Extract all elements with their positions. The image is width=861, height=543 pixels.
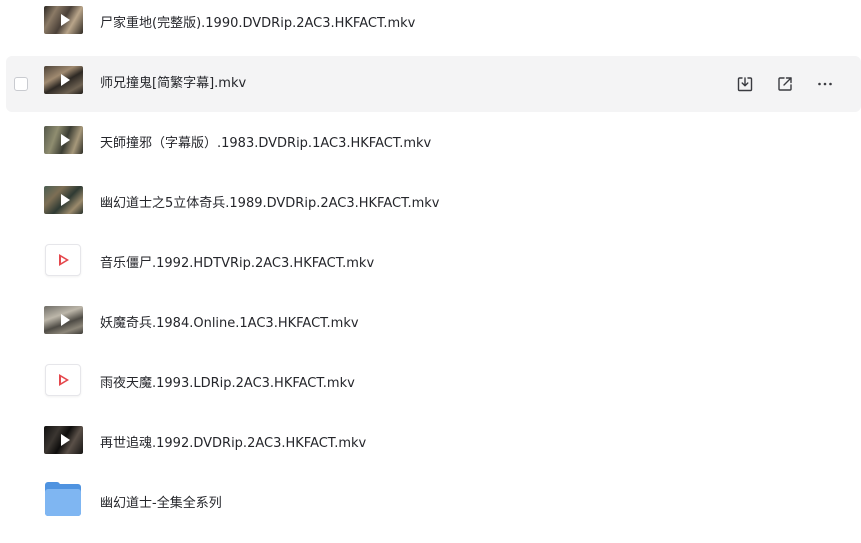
video-thumbnail xyxy=(44,66,83,94)
file-row[interactable]: 尸家重地(完整版).1990.DVDRip.2AC3.HKFACT.mkv xyxy=(6,0,861,52)
video-thumbnail xyxy=(44,306,83,334)
file-row[interactable]: 再世追魂.1992.DVDRip.2AC3.HKFACT.mkv xyxy=(6,416,861,472)
download-icon xyxy=(737,77,753,92)
folder-row[interactable]: 幽幻道士-全集全系列 xyxy=(6,476,861,532)
video-thumbnail xyxy=(44,426,83,454)
file-name[interactable]: 妖魔奇兵.1984.Online.1AC3.HKFACT.mkv xyxy=(100,314,359,334)
file-name[interactable]: 天師撞邪（字幕版）.1983.DVDRip.1AC3.HKFACT.mkv xyxy=(100,134,431,154)
more-icon xyxy=(818,82,832,86)
play-icon xyxy=(60,434,70,446)
more-button[interactable] xyxy=(811,70,839,98)
share-icon xyxy=(778,77,792,91)
row-actions xyxy=(719,70,839,98)
folder-front xyxy=(45,489,81,516)
folder-icon xyxy=(45,482,81,516)
file-row[interactable]: 天師撞邪（字幕版）.1983.DVDRip.1AC3.HKFACT.mkv xyxy=(6,116,861,172)
play-icon xyxy=(59,374,69,386)
file-name[interactable]: 师兄撞鬼[简繁字幕].mkv xyxy=(100,74,246,94)
file-row[interactable]: 师兄撞鬼[简繁字幕].mkv xyxy=(6,56,861,112)
file-row[interactable]: 幽幻道士之5立体奇兵.1989.DVDRip.2AC3.HKFACT.mkv xyxy=(6,176,861,232)
file-row[interactable]: 雨夜天魔.1993.LDRip.2AC3.HKFACT.mkv xyxy=(6,356,861,412)
file-name[interactable]: 雨夜天魔.1993.LDRip.2AC3.HKFACT.mkv xyxy=(100,374,355,394)
download-button[interactable] xyxy=(731,70,759,98)
share-button[interactable] xyxy=(771,70,799,98)
play-icon xyxy=(60,134,70,146)
video-thumbnail xyxy=(44,186,83,214)
row-checkbox[interactable] xyxy=(14,77,28,91)
file-name[interactable]: 再世追魂.1992.DVDRip.2AC3.HKFACT.mkv xyxy=(100,434,366,454)
play-icon xyxy=(60,14,70,26)
play-icon xyxy=(60,74,70,86)
play-icon xyxy=(60,314,70,326)
file-name[interactable]: 幽幻道士之5立体奇兵.1989.DVDRip.2AC3.HKFACT.mkv xyxy=(100,194,440,214)
folder-tab xyxy=(45,482,60,488)
video-file-icon xyxy=(45,364,81,396)
video-thumbnail xyxy=(44,126,83,154)
file-row[interactable]: 妖魔奇兵.1984.Online.1AC3.HKFACT.mkv xyxy=(6,296,861,352)
file-list: 尸家重地(完整版).1990.DVDRip.2AC3.HKFACT.mkv 师兄… xyxy=(0,0,861,543)
folder-name[interactable]: 幽幻道士-全集全系列 xyxy=(100,494,222,514)
file-name[interactable]: 音乐僵尸.1992.HDTVRip.2AC3.HKFACT.mkv xyxy=(100,254,374,274)
play-icon xyxy=(59,254,69,266)
video-file-icon xyxy=(45,244,81,276)
file-row[interactable]: 音乐僵尸.1992.HDTVRip.2AC3.HKFACT.mkv xyxy=(6,236,861,292)
video-thumbnail xyxy=(44,6,83,34)
file-name[interactable]: 尸家重地(完整版).1990.DVDRip.2AC3.HKFACT.mkv xyxy=(100,14,415,34)
play-icon xyxy=(60,194,70,206)
